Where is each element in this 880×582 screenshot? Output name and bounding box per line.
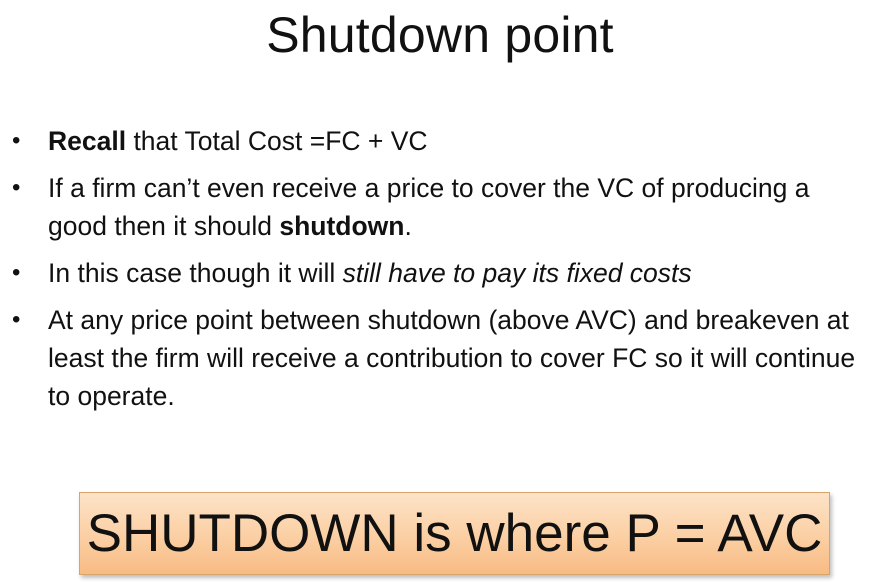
bullet-italic-phrase: still have to pay its fixed costs — [342, 258, 692, 288]
bullet-text-end: . — [404, 211, 412, 241]
bullet-shutdown-condition: If a firm can’t even receive a price to … — [12, 169, 874, 245]
slide: Shutdown point Recall that Total Cost =F… — [0, 0, 880, 582]
bullet-text: that Total Cost =FC + VC — [126, 126, 428, 156]
bullet-recall: Recall that Total Cost =FC + VC — [12, 122, 874, 160]
slide-title: Shutdown point — [266, 7, 614, 63]
bullet-fixed-costs: In this case though it will still have t… — [12, 254, 874, 292]
bullet-bold-term: shutdown — [279, 211, 405, 241]
bullet-contribution: At any price point between shutdown (abo… — [12, 301, 874, 415]
callout-text: SHUTDOWN is where P = AVC — [86, 503, 823, 563]
bullet-bold-lead: Recall — [48, 126, 127, 156]
callout-box: SHUTDOWN is where P = AVC — [79, 492, 830, 575]
bullet-text: At any price point between shutdown (abo… — [48, 305, 856, 411]
bullet-text: In this case though it will — [48, 258, 343, 288]
bullet-list: Recall that Total Cost =FC + VC If a fir… — [12, 122, 874, 424]
bullet-text: If a firm can’t even receive a price to … — [48, 173, 810, 241]
